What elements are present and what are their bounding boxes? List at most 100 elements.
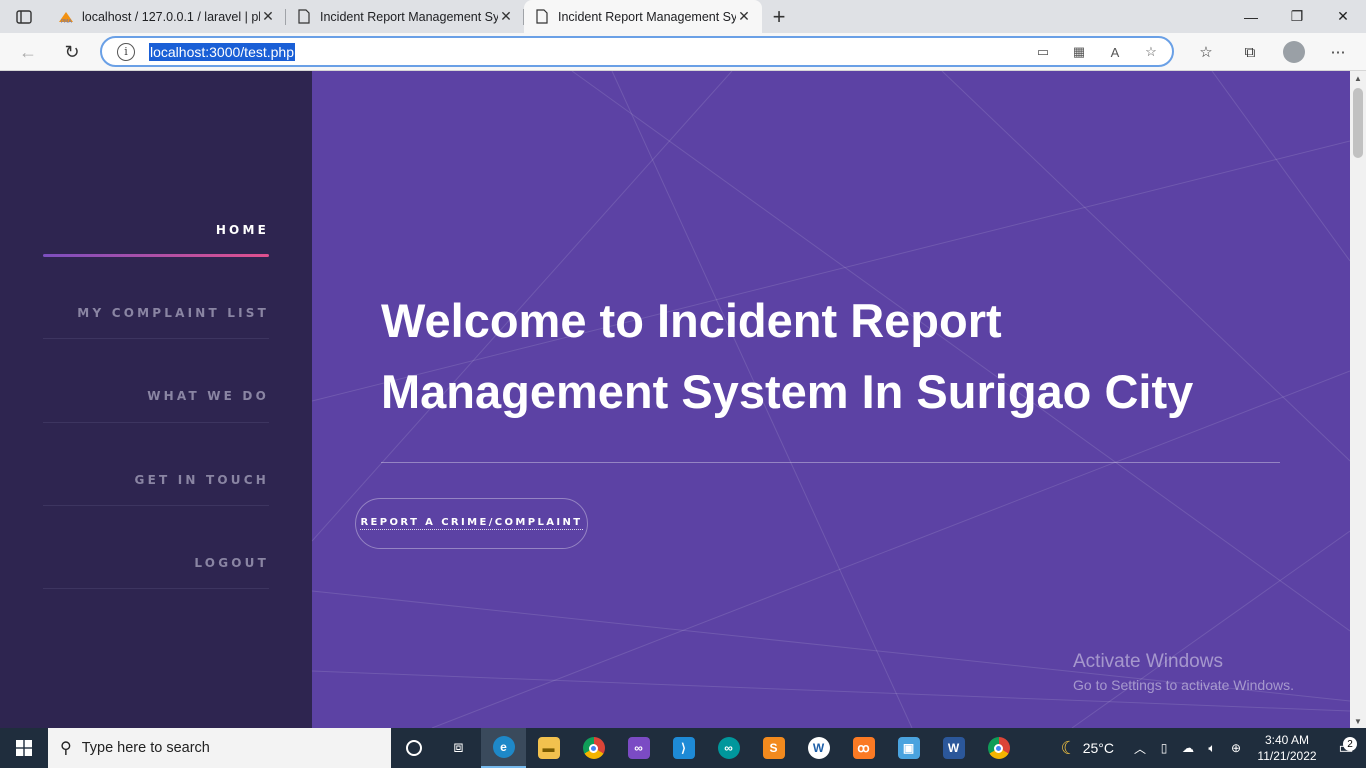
collections-icon[interactable]: ⧉ [1234, 39, 1266, 65]
cortana-button[interactable] [391, 728, 436, 768]
plus-icon: + [772, 3, 786, 29]
clock[interactable]: 3:40 AM 11/21/2022 [1248, 732, 1326, 764]
phpmyadmin-icon: PMA [58, 9, 74, 25]
app-icon: W [807, 737, 830, 759]
taskbar-app[interactable]: W [796, 728, 841, 768]
close-tab-icon[interactable]: ✕ [260, 8, 276, 25]
tab-actions-button[interactable] [0, 0, 48, 33]
add-favorite-icon[interactable]: ☆ [1140, 42, 1162, 62]
system-tray: ☾ 25°C ︿ ▯ ☁ 🔈︎ ⊕ 3:40 AM 11/21/2022 ▭ 2 [1061, 728, 1366, 768]
device-icon[interactable]: ▭ [1032, 42, 1054, 62]
nav-get-in-touch[interactable]: GET IN TOUCH [43, 473, 269, 487]
hero-headline: Welcome to Incident Report Management Sy… [381, 285, 1281, 427]
hero-section: Welcome to Incident Report Management Sy… [312, 71, 1350, 728]
taskbar-sublime[interactable]: S [751, 728, 796, 768]
taskbar-chrome-profile[interactable] [976, 728, 1021, 768]
hero-divider [381, 462, 1280, 463]
apps-icon[interactable]: ▦ [1068, 42, 1090, 62]
chrome-profile-icon [987, 737, 1010, 759]
toolbar-right: ☆ ⧉ ⋯ [1190, 39, 1354, 65]
onedrive-icon[interactable]: ☁ [1176, 741, 1200, 755]
visual-studio-icon: ∞ [627, 737, 650, 759]
address-bar[interactable]: i localhost:3000/test.php ▭ ▦ A ☆ [100, 36, 1174, 67]
page-scrollbar[interactable]: ▲ ▼ [1350, 71, 1366, 728]
task-view-icon: ⧈ [453, 739, 464, 756]
vscode-icon: ⟩ [672, 737, 695, 759]
moon-icon: ☾ [1060, 737, 1077, 758]
taskbar-word[interactable]: W [931, 728, 976, 768]
favorites-icon[interactable]: ☆ [1190, 39, 1222, 65]
page-viewport: HOME MY COMPLAINT LIST WHAT WE DO GET IN… [0, 71, 1350, 728]
taskbar-edge[interactable]: e [481, 728, 526, 768]
tab-actions-icon [16, 9, 32, 24]
device-icon[interactable]: ▯ [1152, 741, 1176, 755]
folder-icon: ▬ [537, 737, 560, 759]
windows-taskbar: ⚲ Type here to search ⧈ e ▬ ∞ ⟩ ∞ S W ꝏ … [0, 728, 1366, 768]
back-button[interactable]: ← [13, 38, 43, 66]
read-aloud-icon[interactable]: A [1104, 42, 1126, 62]
taskbar-search[interactable]: ⚲ Type here to search [48, 728, 391, 768]
taskbar-vscode[interactable]: ⟩ [661, 728, 706, 768]
restore-icon[interactable]: ❐ [1274, 0, 1320, 33]
svg-text:PMA: PMA [61, 19, 72, 24]
browser-tab-phpmyadmin[interactable]: PMA localhost / 127.0.0.1 / laravel | ph… [48, 0, 286, 33]
nav-divider [43, 422, 269, 423]
nav-home[interactable]: HOME [43, 223, 269, 237]
network-icon[interactable]: ⊕ [1224, 741, 1248, 755]
windows-logo-icon [16, 740, 32, 756]
close-tab-icon[interactable]: ✕ [498, 8, 514, 25]
reload-button[interactable]: ↻ [57, 38, 87, 66]
new-tab-button[interactable]: + [762, 0, 796, 33]
arduino-icon: ∞ [717, 737, 740, 759]
report-crime-button[interactable]: REPORT A CRIME/COMPLAINT [355, 498, 588, 549]
taskbar-control-panel[interactable]: ▣ [886, 728, 931, 768]
nav-divider [43, 338, 269, 339]
weather-widget[interactable]: ☾ 25°C [1061, 738, 1114, 759]
page-icon [534, 9, 550, 25]
taskbar-file-explorer[interactable]: ▬ [526, 728, 571, 768]
xampp-icon: ꝏ [852, 737, 875, 759]
control-panel-icon: ▣ [897, 737, 920, 759]
url-text[interactable]: localhost:3000/test.php [149, 42, 295, 61]
scroll-down-icon[interactable]: ▼ [1350, 717, 1366, 726]
watermark-title: Activate Windows [1073, 651, 1223, 672]
chevron-up-icon[interactable]: ︿ [1128, 740, 1152, 757]
tab-title: Incident Report Management Sy [558, 9, 736, 24]
scroll-up-icon[interactable]: ▲ [1350, 74, 1366, 83]
nav-active-underline [43, 254, 269, 257]
taskbar-visual-studio[interactable]: ∞ [616, 728, 661, 768]
activate-windows-watermark: Activate Windows Go to Settings to activ… [1073, 651, 1294, 693]
scroll-thumb[interactable] [1353, 88, 1363, 158]
info-icon[interactable]: i [117, 42, 135, 61]
start-button[interactable] [0, 728, 48, 768]
back-arrow-icon: ← [19, 41, 37, 62]
taskbar-chrome[interactable] [571, 728, 616, 768]
more-menu-icon[interactable]: ⋯ [1322, 39, 1354, 65]
nav-my-complaint-list[interactable]: MY COMPLAINT LIST [43, 306, 269, 320]
notification-center[interactable]: ▭ 2 [1326, 737, 1366, 758]
chrome-icon [582, 737, 605, 759]
weather-temp: 25°C [1082, 740, 1114, 756]
task-view-button[interactable]: ⧈ [436, 728, 481, 768]
search-icon: ⚲ [60, 740, 72, 757]
nav-what-we-do[interactable]: WHAT WE DO [43, 389, 269, 403]
nav-divider [43, 588, 269, 589]
browser-tab-incident-1[interactable]: Incident Report Management Sy ✕ [286, 0, 524, 33]
hero-headline-line-2: Management System In Surigao City [381, 365, 1194, 418]
browser-tab-incident-active[interactable]: Incident Report Management Sy ✕ [524, 0, 762, 33]
close-window-icon[interactable]: ✕ [1320, 0, 1366, 33]
clock-date: 11/21/2022 [1257, 749, 1317, 763]
minimize-icon[interactable]: — [1228, 0, 1274, 33]
browser-toolbar: ← ↻ i localhost:3000/test.php ▭ ▦ A ☆ ☆ … [0, 33, 1366, 71]
nav-logout[interactable]: LOGOUT [43, 556, 269, 570]
volume-icon[interactable]: 🔈︎ [1200, 741, 1224, 756]
clock-time: 3:40 AM [1264, 733, 1310, 747]
profile-avatar[interactable] [1283, 41, 1305, 63]
browser-tab-strip: PMA localhost / 127.0.0.1 / laravel | ph… [0, 0, 1366, 33]
close-tab-icon[interactable]: ✕ [736, 8, 752, 25]
reload-icon: ↻ [64, 41, 80, 62]
notification-count: 2 [1343, 737, 1357, 751]
taskbar-xampp[interactable]: ꝏ [841, 728, 886, 768]
edge-icon: e [492, 736, 515, 758]
taskbar-arduino[interactable]: ∞ [706, 728, 751, 768]
